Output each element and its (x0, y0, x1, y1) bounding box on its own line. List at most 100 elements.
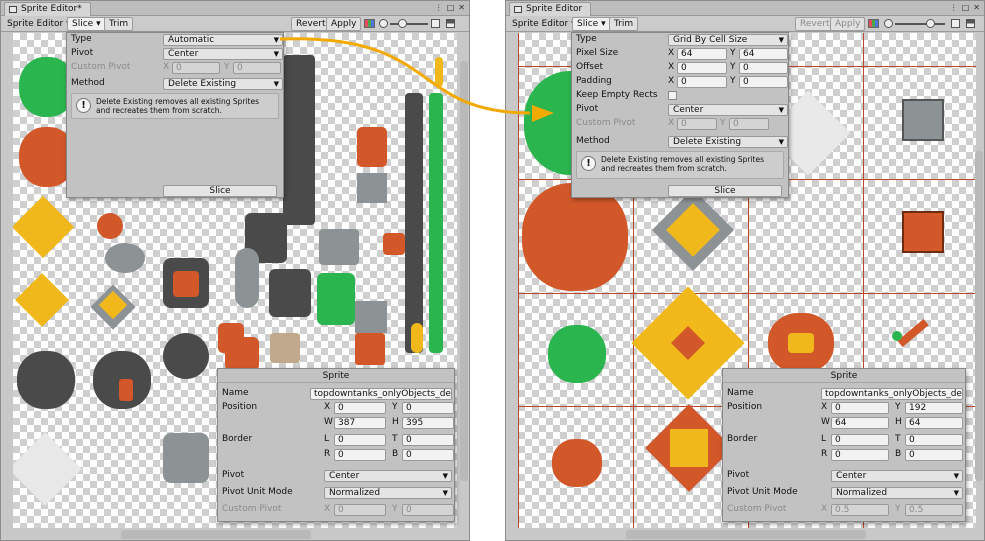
border-r-field[interactable]: 0 (831, 449, 889, 461)
type-dropdown[interactable]: Grid By Cell Size ▼ (668, 34, 788, 46)
connector-arrow (279, 37, 554, 122)
cp-y-field: 0 (402, 504, 454, 516)
kebab-menu-icon[interactable]: ⋮ (435, 3, 443, 12)
slice-grid-line (518, 293, 976, 294)
method-dropdown[interactable]: Delete Existing ▼ (163, 78, 283, 90)
offset-x-field[interactable]: 0 (677, 62, 727, 74)
pos-y-field[interactable]: 0 (402, 402, 454, 414)
pos-x-label: X (821, 402, 828, 412)
border-b-label: B (895, 449, 902, 459)
pos-w-field[interactable]: 387 (334, 417, 386, 429)
chevron-down-icon: ▼ (778, 106, 784, 114)
apply-button[interactable]: Apply (830, 17, 866, 31)
tab-title: Sprite Editor* (21, 4, 82, 14)
px-y-label: Y (730, 48, 736, 58)
mode-dropdown[interactable]: Sprite Editor ▾ (2, 17, 76, 31)
vertical-scrollbar[interactable] (975, 151, 983, 481)
zoom-slider[interactable] (895, 23, 945, 25)
pivot-label: Pivot (71, 48, 94, 58)
pivot-row: Pivot Center ▼ (71, 47, 283, 61)
padding-x-field[interactable]: 0 (677, 76, 727, 88)
position-label: Position (222, 402, 258, 412)
maximize-icon[interactable]: □ (962, 3, 970, 12)
horizontal-scrollbar[interactable] (626, 530, 866, 539)
slice-confirm-button[interactable]: Slice (163, 185, 277, 197)
border-l-field[interactable]: 0 (831, 434, 889, 446)
sprite-pivot-dropdown[interactable]: Center ▼ (831, 470, 963, 482)
slice-confirm-button[interactable]: Slice (668, 185, 782, 197)
keep-empty-checkbox[interactable] (668, 91, 677, 100)
kebab-menu-icon[interactable]: ⋮ (950, 3, 958, 12)
sprite-orange-bush (522, 183, 628, 291)
border-t-field[interactable]: 0 (402, 434, 454, 446)
horizontal-scrollbar[interactable] (121, 530, 311, 539)
border-l-label: L (821, 434, 827, 444)
pos-x-field[interactable]: 0 (831, 402, 889, 414)
sprite-name-field[interactable]: topdowntanks_onlyObjects_de (821, 388, 963, 400)
pos-w-field[interactable]: 64 (831, 417, 889, 429)
slice-button[interactable]: Slice ▾ (67, 17, 106, 31)
custom-pivot-x-label: X (163, 62, 170, 72)
sprite-inspector-panel: Sprite Name topdowntanks_onlyObjects_de … (722, 368, 966, 522)
border-r-field[interactable]: 0 (334, 449, 386, 461)
trim-button[interactable]: Trim (104, 17, 134, 31)
chevron-down-icon: ▼ (953, 472, 959, 480)
slice-panel: Type Grid By Cell Size ▼ Pixel Size X 64 … (571, 32, 789, 198)
sprite-pivot-dropdown[interactable]: Center ▼ (324, 470, 452, 482)
border-l-field[interactable]: 0 (334, 434, 386, 446)
pixel-size-y-field[interactable]: 64 (739, 48, 788, 60)
close-icon[interactable]: ✕ (458, 3, 465, 12)
sprite-name-field[interactable]: topdowntanks_onlyObjects_de (310, 388, 452, 400)
pixel-size-row: Pixel Size X 64 Y 64 (576, 47, 788, 61)
position-row-1: Position X 0 Y 192 (727, 401, 963, 415)
method-row: Method Delete Existing ▼ (576, 135, 788, 149)
close-icon[interactable]: ✕ (973, 3, 980, 12)
pos-h-label: H (392, 417, 399, 427)
pos-h-label: H (895, 417, 902, 427)
border-b-field[interactable]: 0 (905, 449, 963, 461)
zoom-slider-knob[interactable] (926, 19, 935, 28)
sprite-wood-crate (902, 211, 944, 253)
pos-x-field[interactable]: 0 (334, 402, 386, 414)
mip-level-icon[interactable] (966, 19, 975, 28)
border-b-field[interactable]: 0 (402, 449, 454, 461)
padding-y-field[interactable]: 0 (739, 76, 788, 88)
sprite-stick (897, 319, 929, 347)
pos-y-field[interactable]: 192 (905, 402, 963, 414)
tab-sprite-editor[interactable]: Sprite Editor (509, 2, 592, 16)
pos-w-label: W (324, 417, 333, 427)
slice-type-row: Type Grid By Cell Size ▼ (576, 33, 788, 47)
pos-y-label: Y (895, 402, 901, 412)
chevron-down-icon: ▼ (442, 472, 448, 480)
offset-y-field[interactable]: 0 (739, 62, 788, 74)
pos-h-field[interactable]: 395 (402, 417, 454, 429)
pos-h-field[interactable]: 64 (905, 417, 963, 429)
pivot-unit-dropdown[interactable]: Normalized ▼ (324, 487, 452, 499)
chevron-down-icon: ▼ (778, 36, 784, 44)
pivot-dropdown[interactable]: Center ▼ (668, 104, 788, 116)
border-t-field[interactable]: 0 (905, 434, 963, 446)
window-titlebar: Sprite Editor* ⋮ □ ✕ (1, 1, 469, 16)
pixel-size-x-field[interactable]: 64 (677, 48, 727, 60)
pos-x-label: X (324, 402, 331, 412)
tab-sprite-editor[interactable]: Sprite Editor* (4, 2, 91, 16)
revert-button[interactable]: Revert (795, 17, 835, 31)
sprite-grey-block (357, 173, 387, 203)
zoom-in-icon[interactable] (951, 19, 960, 28)
zoom-out-icon[interactable] (884, 19, 893, 28)
cp-y-field: 0.5 (905, 504, 963, 516)
chevron-down-icon: ▼ (442, 489, 448, 497)
sprite-green-small (548, 325, 606, 383)
type-dropdown[interactable]: Automatic ▼ (163, 34, 283, 46)
custom-pivot-label: Custom Pivot (71, 62, 131, 72)
pivot-unit-dropdown[interactable]: Normalized ▼ (831, 487, 963, 499)
sprite-grey-crate (902, 99, 944, 141)
sprite-editor-tab-icon (514, 6, 522, 13)
color-channel-icon[interactable] (868, 19, 879, 28)
maximize-icon[interactable]: □ (447, 3, 455, 12)
sprite-key (411, 323, 423, 353)
method-dropdown[interactable]: Delete Existing ▼ (668, 136, 788, 148)
sprite-editor-tab-icon (9, 6, 17, 13)
pivot-dropdown[interactable]: Center ▼ (163, 48, 283, 60)
trim-button[interactable]: Trim (609, 17, 639, 31)
